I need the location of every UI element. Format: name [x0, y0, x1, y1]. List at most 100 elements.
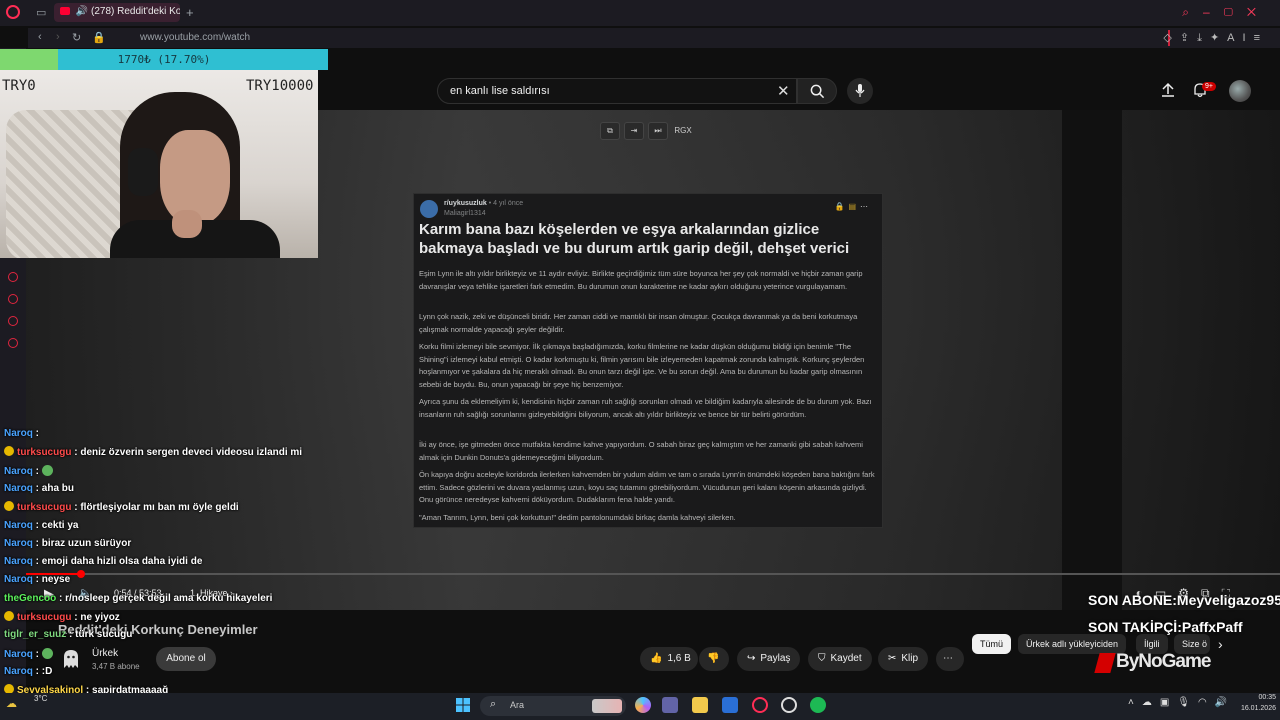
tray-chevron-icon[interactable]: ˄ [1128, 697, 1142, 708]
tray-wifi-icon[interactable]: ◠ [1198, 697, 1215, 708]
post-paragraph: İki ay önce, işe gitmeden önce mutfakta … [419, 440, 863, 462]
chat-message: tiglr_er_suuz : türk sucugu [4, 629, 132, 640]
chat-text: : neyse [32, 574, 71, 586]
copilot-icon[interactable] [635, 697, 651, 713]
bookmark-icon: ⛉ [818, 653, 826, 664]
new-tab-icon[interactable]: + [186, 5, 194, 20]
chat-message: turksucugu : deniz özverin sergen deveci… [4, 446, 302, 458]
chat-text: : aha bu [32, 482, 75, 494]
sidebar-settings-icon[interactable] [8, 338, 18, 348]
post-paragraph: Korku filmi izlemeyi bile sevmiyor. İlk … [419, 342, 865, 389]
weather-temperature: 3°C [34, 694, 48, 703]
like-count: 1,6 B [667, 653, 691, 664]
search-input[interactable]: en kanlı lise saldırısı [437, 78, 797, 104]
windows-start-icon[interactable] [455, 697, 471, 713]
chips-next-icon[interactable]: › [1218, 636, 1223, 652]
file-explorer-icon[interactable] [692, 697, 708, 713]
rgx-button[interactable]: RGX [672, 123, 694, 141]
aria-ai-icon[interactable]: ✦AI [1210, 32, 1254, 44]
chat-message: Naroq : [4, 647, 53, 660]
chat-username: Naroq [4, 482, 33, 494]
clock-time[interactable]: 00:35 [1242, 694, 1276, 701]
todo-icon[interactable] [722, 697, 738, 713]
opera-gx-taskbar-icon[interactable] [752, 697, 768, 713]
weather-icon[interactable]: ☁ [6, 697, 17, 710]
clip-button[interactable]: ✂ Klip [878, 647, 929, 671]
progress-scrubber[interactable] [77, 570, 85, 578]
post-actions: 🔒▤⋯ [834, 202, 872, 211]
teams-icon[interactable] [662, 697, 678, 713]
share-icon[interactable]: ⇪ [1180, 32, 1197, 44]
thumbs-down-icon: 👎 [707, 653, 720, 664]
more-options-icon: ⋯ [860, 202, 872, 211]
chat-emote-icon [41, 464, 53, 476]
minimize-icon[interactable]: – [1203, 5, 1224, 19]
search-tabs-icon[interactable]: ⌕ [1182, 5, 1203, 19]
tray-mic-icon[interactable]: 🎙 [1177, 697, 1198, 708]
search-button[interactable] [797, 78, 837, 104]
webcam-person-hand [172, 210, 202, 238]
sidebar-extensions-icon[interactable] [8, 316, 18, 326]
voice-search-button[interactable] [847, 78, 873, 104]
chat-badge-icon [4, 501, 14, 512]
chat-text: : [32, 648, 42, 660]
notifications-badge: 9+ [1202, 82, 1216, 91]
browser-tab-bar: ▭ 🔊 (278) Reddit'deki Kork + ⌕–▢✕ [0, 0, 1280, 26]
download-icon[interactable]: ⤓ [1197, 32, 1210, 44]
popout-icon[interactable]: ⧉ [600, 122, 620, 140]
clock-date[interactable]: 16.01.2026 [1226, 705, 1276, 712]
opera-logo-icon[interactable] [6, 5, 20, 19]
url-field[interactable]: www.youtube.com/watch [140, 32, 250, 43]
like-button[interactable]: 👍 1,6 B [640, 647, 698, 671]
lock-icon: 🔒 [92, 32, 106, 44]
clear-search-icon[interactable]: ✕ [777, 82, 790, 100]
sidebar-history-icon[interactable] [8, 294, 18, 304]
more-actions-button[interactable]: ⋯ [936, 647, 964, 671]
maximize-icon[interactable]: ▢ [1224, 5, 1247, 19]
chat-message: Naroq : [4, 464, 53, 477]
tray-app-icon[interactable]: ▣ [1160, 697, 1177, 708]
chat-username: Naroq [4, 574, 33, 586]
channel-avatar-ghost-icon[interactable] [62, 648, 80, 670]
taskbar-search-icon: ⌕ [490, 698, 497, 710]
forward-icon[interactable]: › [56, 31, 60, 43]
extensions-icon[interactable]: ◇ [1163, 32, 1179, 44]
reload-icon[interactable]: ↻ [72, 31, 81, 44]
tab-speaker-icon[interactable]: 🔊 [76, 6, 88, 17]
search-icon [810, 84, 825, 99]
spotify-icon[interactable] [810, 697, 826, 713]
donation-goal-max: TRY10000 [246, 78, 314, 94]
close-window-icon[interactable]: ✕ [1247, 5, 1270, 19]
obs-icon[interactable] [781, 697, 797, 713]
subscribe-button[interactable]: Abone ol [156, 647, 216, 671]
account-avatar[interactable] [1229, 80, 1251, 102]
donation-goal-text: 1770₺ (17.70%) [117, 53, 211, 66]
share-arrow-icon: ↪ [747, 653, 756, 664]
system-tray: ˄☁▣🎙◠🔊 [1128, 697, 1235, 708]
dislike-button[interactable]: 👎 [699, 647, 729, 671]
sidebar-pinboard-icon[interactable] [8, 272, 18, 282]
tray-cloud-icon[interactable]: ☁ [1142, 697, 1160, 708]
share-button[interactable]: ↪ Paylaş [737, 647, 801, 671]
chat-text: : deniz özverin sergen deveci videosu iz… [71, 447, 303, 459]
back-icon[interactable]: ‹ [38, 31, 42, 43]
post-paragraph: Ön kapıya doğru aceleyle koridorda ilerl… [419, 470, 875, 505]
browser-tab-active[interactable]: 🔊 (278) Reddit'deki Kork [54, 3, 180, 22]
upload-icon[interactable] [1160, 82, 1176, 98]
channel-name[interactable]: Ürkek [92, 648, 118, 659]
enter-icon[interactable]: ⇥ [624, 122, 644, 140]
tab-overview-icon[interactable]: ▭ [36, 6, 46, 19]
webcam-feed [0, 70, 318, 258]
progress-bar[interactable] [26, 573, 1280, 575]
chat-username: Naroq [4, 648, 33, 660]
chat-username: Naroq [4, 665, 33, 677]
youtube-favicon-icon [60, 7, 70, 15]
menu-icon[interactable]: ≡ [1254, 32, 1268, 44]
taskbar-search-highlight-icon [592, 699, 622, 713]
chat-username: turksucugu [17, 447, 72, 459]
skip-icon[interactable]: ⏭ [648, 122, 668, 140]
chip-all[interactable]: Tümü [972, 634, 1012, 654]
save-button[interactable]: ⛉ Kaydet [808, 647, 872, 671]
chat-text: : r/nosleep gerçek değil ama korku hikay… [56, 592, 273, 604]
chat-text: : flörtleşiyolar mı ban mı öyle geldi [71, 502, 239, 514]
